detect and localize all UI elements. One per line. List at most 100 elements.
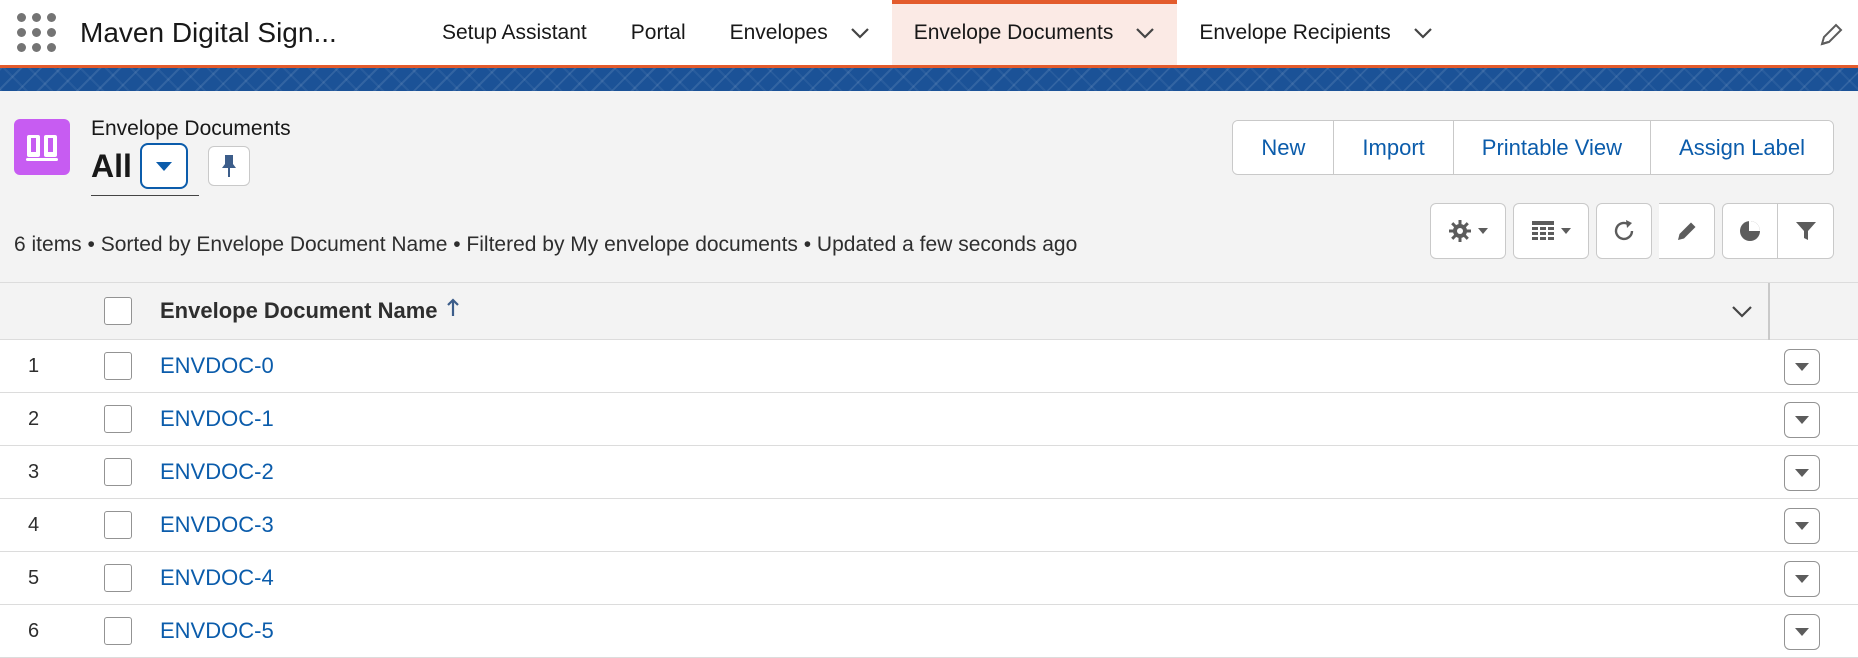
table-row: 6 ENVDOC-5 xyxy=(0,605,1858,658)
table-row: 5 ENVDOC-4 xyxy=(0,552,1858,605)
edit-nav-pencil-icon[interactable] xyxy=(1818,22,1844,48)
table-icon xyxy=(1532,221,1554,240)
column-menu-chevron-down-icon[interactable] xyxy=(1730,297,1754,330)
refresh-button[interactable] xyxy=(1596,203,1652,259)
table-row: 1 ENVDOC-0 xyxy=(0,340,1858,393)
list-view-dropdown-button[interactable] xyxy=(139,143,188,189)
pencil-icon xyxy=(1677,222,1695,240)
nav-items: Setup Assistant Portal Envelopes Envelop… xyxy=(420,0,1455,65)
table-row: 2 ENVDOC-1 xyxy=(0,393,1858,446)
row-actions-button[interactable] xyxy=(1784,402,1820,438)
chevron-down-icon[interactable] xyxy=(850,27,870,39)
row-checkbox[interactable] xyxy=(104,458,132,486)
row-checkbox[interactable] xyxy=(104,564,132,592)
column-divider[interactable] xyxy=(1768,283,1770,341)
caret-down-icon xyxy=(1795,575,1809,583)
inline-edit-button[interactable] xyxy=(1659,203,1715,259)
record-link[interactable]: ENVDOC-2 xyxy=(160,459,274,485)
chevron-down-icon[interactable] xyxy=(1413,27,1433,39)
list-settings-button[interactable] xyxy=(1430,203,1506,259)
caret-down-icon xyxy=(155,161,172,171)
assign-label-button[interactable]: Assign Label xyxy=(1650,121,1833,174)
row-number: 6 xyxy=(28,619,40,642)
select-all-checkbox[interactable] xyxy=(104,297,132,325)
caret-down-icon xyxy=(1795,628,1809,636)
nav-item-setup-assistant[interactable]: Setup Assistant xyxy=(420,0,609,65)
nav-item-envelope-documents[interactable]: Envelope Documents xyxy=(891,0,1178,65)
caret-down-icon xyxy=(1561,228,1571,234)
row-number: 3 xyxy=(28,460,40,483)
row-actions-button[interactable] xyxy=(1784,508,1820,544)
nav-item-label: Portal xyxy=(630,20,686,44)
show-charts-button[interactable] xyxy=(1722,203,1778,259)
row-actions-button[interactable] xyxy=(1784,561,1820,597)
object-label: Envelope Documents xyxy=(91,117,291,140)
caret-down-icon xyxy=(1795,416,1809,424)
row-actions-button[interactable] xyxy=(1784,349,1820,385)
nav-item-label: Envelope Documents xyxy=(913,20,1114,44)
record-link[interactable]: ENVDOC-0 xyxy=(160,353,274,379)
row-select-cell xyxy=(104,617,160,645)
row-number: 5 xyxy=(28,566,40,589)
row-select-cell xyxy=(104,352,160,380)
pie-chart-icon xyxy=(1740,221,1760,241)
filter-icon xyxy=(1795,222,1816,240)
row-select-cell xyxy=(104,405,160,433)
sort-ascending-icon xyxy=(446,298,460,324)
edit-chart-group xyxy=(1659,203,1715,259)
row-number: 1 xyxy=(28,354,40,377)
chevron-down-icon[interactable] xyxy=(1135,27,1155,39)
row-checkbox[interactable] xyxy=(104,617,132,645)
nav-item-portal[interactable]: Portal xyxy=(609,0,708,65)
row-checkbox[interactable] xyxy=(104,352,132,380)
app-name: Maven Digital Sign... xyxy=(80,16,337,48)
new-button[interactable]: New xyxy=(1233,121,1334,174)
view-name-underline xyxy=(91,195,199,196)
row-select-cell xyxy=(104,564,160,592)
printable-view-button[interactable]: Printable View xyxy=(1452,121,1651,174)
nav-item-envelopes[interactable]: Envelopes xyxy=(708,0,892,65)
list-view-meta: 6 items • Sorted by Envelope Document Na… xyxy=(14,233,1078,256)
import-button[interactable]: Import xyxy=(1333,121,1453,174)
chart-filter-group xyxy=(1722,203,1834,259)
list-actions: New Import Printable View Assign Label xyxy=(1232,120,1834,175)
gear-icon xyxy=(1449,220,1471,242)
nav-item-envelope-recipients[interactable]: Envelope Recipients xyxy=(1177,0,1454,65)
row-actions-button[interactable] xyxy=(1784,614,1820,650)
record-link[interactable]: ENVDOC-1 xyxy=(160,406,274,432)
select-all-cell xyxy=(104,297,160,325)
row-select-cell xyxy=(104,458,160,486)
list-view-name: All xyxy=(91,147,132,184)
record-link[interactable]: ENVDOC-4 xyxy=(160,565,274,591)
table-header-row: Envelope Document Name xyxy=(0,282,1858,341)
list-view-selector: All xyxy=(91,143,250,189)
nav-item-label: Envelopes xyxy=(729,20,828,44)
table-row: 4 ENVDOC-3 xyxy=(0,499,1858,552)
row-select-cell xyxy=(104,511,160,539)
row-checkbox[interactable] xyxy=(104,511,132,539)
row-checkbox[interactable] xyxy=(104,405,132,433)
book-icon xyxy=(14,119,70,175)
app-launcher-waffle-icon[interactable] xyxy=(14,11,58,55)
row-number: 4 xyxy=(28,513,40,536)
record-link[interactable]: ENVDOC-3 xyxy=(160,512,274,538)
table-row: 3 ENVDOC-2 xyxy=(0,446,1858,499)
display-as-table-button[interactable] xyxy=(1513,203,1589,259)
nav-item-label: Envelope Recipients xyxy=(1199,20,1391,44)
caret-down-icon xyxy=(1795,363,1809,371)
column-header-envelope-document-name[interactable]: Envelope Document Name xyxy=(160,298,460,324)
caret-down-icon xyxy=(1795,469,1809,477)
row-actions-button[interactable] xyxy=(1784,455,1820,491)
pin-list-view-button[interactable] xyxy=(207,146,250,186)
refresh-icon xyxy=(1614,220,1634,241)
records-table: Envelope Document Name 1 ENVDOC-0 2 ENVD… xyxy=(0,282,1858,658)
pin-icon xyxy=(221,155,236,177)
filter-button[interactable] xyxy=(1778,203,1834,259)
caret-down-icon xyxy=(1795,522,1809,530)
decorative-banner xyxy=(0,68,1858,91)
column-header-label: Envelope Document Name xyxy=(160,298,438,323)
record-link[interactable]: ENVDOC-5 xyxy=(160,618,274,644)
row-number: 2 xyxy=(28,407,40,430)
list-tools xyxy=(1423,203,1834,259)
list-view-header: Envelope Documents All New Import Printa… xyxy=(0,91,1858,281)
